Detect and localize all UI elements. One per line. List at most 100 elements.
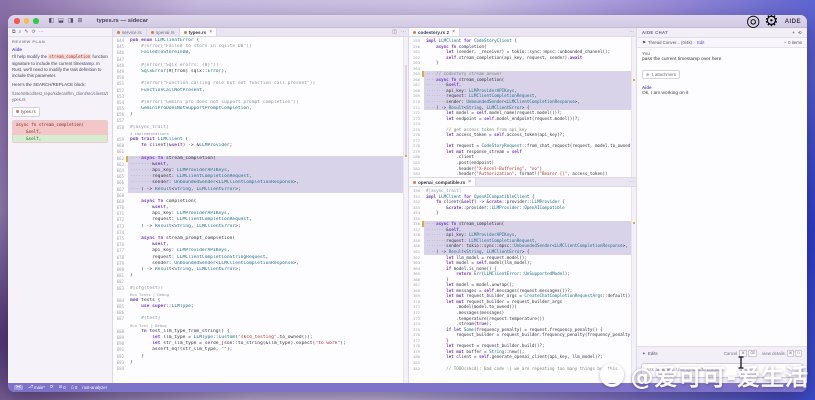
diff-deleted-line: &self, <box>13 128 107 135</box>
change-mark <box>633 79 635 81</box>
code-area[interactable]: 644pub enum LLMClientError {645 #[error(… <box>113 37 403 383</box>
rust-file-icon <box>413 181 416 184</box>
rust-file-icon <box>184 31 187 34</box>
code-text <box>128 366 403 372</box>
editor-codestory-rs[interactable]: 255impl LLMClient for CodeStoryClient {2… <box>409 37 636 177</box>
keycap: ⌘ <box>739 350 747 357</box>
chat-messages: Youpass the current timestamp over here⊕… <box>637 48 807 346</box>
editor-types-rs[interactable]: 644pub enum LLMClientError {645 #[error(… <box>113 37 408 383</box>
review-plan-body: Aide I'll help modify the stream_complet… <box>8 45 112 144</box>
tab-openai-compatible-rs[interactable]: openai_compatible.rs× <box>409 178 476 186</box>
keycap: D <box>795 350 802 357</box>
status-item-rust-analyzer[interactable]: rust-analyzer <box>82 385 107 390</box>
line-number: 694 <box>113 366 126 372</box>
attachment-chip[interactable]: ⊕1 attachment <box>642 70 680 79</box>
sync-icon: ⟳ <box>50 385 54 389</box>
thread-count: 0 items <box>788 40 802 45</box>
cancel-shortcut: ⌘⌫ <box>739 350 757 357</box>
layout-bottom-icon[interactable]: ⬓ <box>58 18 64 24</box>
tab-codestory-rs-2[interactable]: codestory.rs 2× <box>409 28 460 36</box>
titlebar-layout-icons: ◧⬓ ◨ ⊞ <box>49 18 83 24</box>
code-line: 382 // TODO(skcd): Bad code :| we are re… <box>409 366 631 372</box>
traffic-lights <box>14 18 39 24</box>
diff-block: async fn stream_completion( &self, &self… <box>12 120 108 143</box>
layout-right-icon[interactable]: ◨ <box>68 18 74 24</box>
tab-label: types.rs <box>189 30 207 35</box>
code-line: 283 .header("Authorization", format!("Be… <box>409 171 631 177</box>
collapse-icon[interactable]: − <box>784 40 787 45</box>
overview-ruler[interactable] <box>631 187 636 383</box>
thread-title: Thread Conver... (0/4k) <box>648 40 692 45</box>
code-text: .header("Authorization", format!("Bearer… <box>424 171 631 177</box>
message-text: Ok, I am working on it <box>642 91 802 97</box>
close-window-button[interactable] <box>14 18 20 24</box>
edits-label: Edits <box>648 351 658 356</box>
scroll-thumb[interactable] <box>405 65 407 155</box>
keycap: ⌫ <box>748 350 757 357</box>
details-shortcut: ⌘D <box>787 350 802 357</box>
chat-message: AideOk, I am working on it <box>637 82 807 98</box>
tab-label: codestory.rs 2 <box>418 30 449 35</box>
layout-left-icon[interactable]: ◧ <box>49 18 55 24</box>
edit-icon[interactable]: ✎ <box>24 29 28 35</box>
status-bar: >< ⎇main* ⟳ ⊘0 △0 rust-analyzer <box>8 383 807 392</box>
change-mark <box>633 222 635 224</box>
branch-icon: ⎇ <box>28 385 33 389</box>
layout-grid-icon[interactable]: ⊞ <box>78 18 83 24</box>
split-editor-icon[interactable]: ◫ <box>390 28 399 36</box>
sidebar-toolbar: ⧉⌕✎ ⟳⋯ <box>8 28 112 37</box>
view-details-button[interactable]: view details <box>762 351 785 356</box>
thread-row[interactable]: ⚑ Thread Conver... (0/4k) Edit − 0 items <box>637 38 807 48</box>
change-mark <box>405 155 407 157</box>
account-icon[interactable]: ◎ <box>746 15 760 31</box>
more-icon[interactable]: ⋯ <box>627 28 636 36</box>
attachment-label: 1 attachment <box>652 72 676 77</box>
review-plan-panel: ⧉⌕✎⟳⋯ REVIEW PLAN Aide I'll help modify … <box>8 28 113 383</box>
titlebar: ◧⬓◨⊞ types.rs — sidecar ◎⚙ AIDE <box>8 15 807 28</box>
minimize-window-button[interactable] <box>24 18 30 24</box>
code-area[interactable]: 255impl LLMClient for CodeStoryClient {2… <box>409 37 631 177</box>
code-area[interactable]: 350#[async_trait]351impl LLMClient for O… <box>409 187 631 383</box>
diff-added-line: &self, <box>13 135 107 142</box>
flag-icon: ⚑ <box>642 40 646 46</box>
panel-icon[interactable]: ⧉ <box>12 29 16 35</box>
code-text: // TODO(skcd): Bad code :| we are repeat… <box>424 366 631 372</box>
close-tab-icon[interactable]: × <box>452 29 455 35</box>
file-chip-label: types.rs <box>21 109 36 115</box>
status-item-0[interactable]: △0 <box>71 385 78 390</box>
rust-file-icon <box>151 31 154 34</box>
chat-input[interactable] <box>641 363 803 378</box>
overview-ruler[interactable] <box>403 37 408 383</box>
code-line: 694 <box>113 366 403 372</box>
search-replace-label: Here's the SEARCH/REPLACE block: <box>12 82 108 88</box>
close-tab-icon[interactable]: × <box>209 29 212 35</box>
more-icon[interactable]: ⋯ <box>399 28 408 36</box>
close-tab-icon[interactable]: × <box>468 179 471 185</box>
tab-openai-rs[interactable]: openai.rs <box>147 28 180 36</box>
aide-chat-panel: AIDE CHAT +⟲ ⚑ Thread Conver... (0/4k) E… <box>637 28 807 383</box>
sparkle-icon: ✦ <box>642 351 646 357</box>
overview-ruler[interactable] <box>631 37 636 177</box>
status-item-main-[interactable]: ⎇main* <box>28 385 45 390</box>
zoom-window-button[interactable] <box>33 18 39 24</box>
app-window: ◧⬓◨⊞ types.rs — sidecar ◎⚙ AIDE ⧉⌕✎⟳⋯ RE… <box>8 15 807 392</box>
status-label: 0 <box>75 385 77 390</box>
tab-service-rs[interactable]: service.rs <box>113 28 147 36</box>
file-chip[interactable]: types.rs <box>12 107 40 117</box>
diff-deleted-line: async fn stream_completion( <box>13 121 107 128</box>
status-item[interactable]: >< <box>14 385 23 389</box>
more-icon[interactable]: ⋯ <box>627 178 636 186</box>
settings-icon[interactable]: ⚙ <box>764 15 778 31</box>
search-icon[interactable]: ⌕ <box>19 29 22 35</box>
more-icon[interactable]: ⋯ <box>39 29 44 35</box>
tab-types-rs[interactable]: types.rs× <box>180 28 218 36</box>
cancel-button[interactable]: Cancel <box>724 351 738 356</box>
remote-icon: >< <box>16 385 21 389</box>
editor-openai-compatible-rs[interactable]: 350#[async_trait]351impl LLMClient for O… <box>409 187 636 383</box>
refresh-icon[interactable]: ⟳ <box>32 29 36 35</box>
status-item-0[interactable]: ⊘0 <box>59 385 66 390</box>
edits-row: ✦ Edits Cancel ⌘⌫ view details ⌘D <box>637 346 807 360</box>
thread-edit-link[interactable]: Edit <box>697 40 704 45</box>
app-badge: AIDE <box>785 18 801 25</box>
status-item[interactable]: ⟳ <box>50 385 54 389</box>
